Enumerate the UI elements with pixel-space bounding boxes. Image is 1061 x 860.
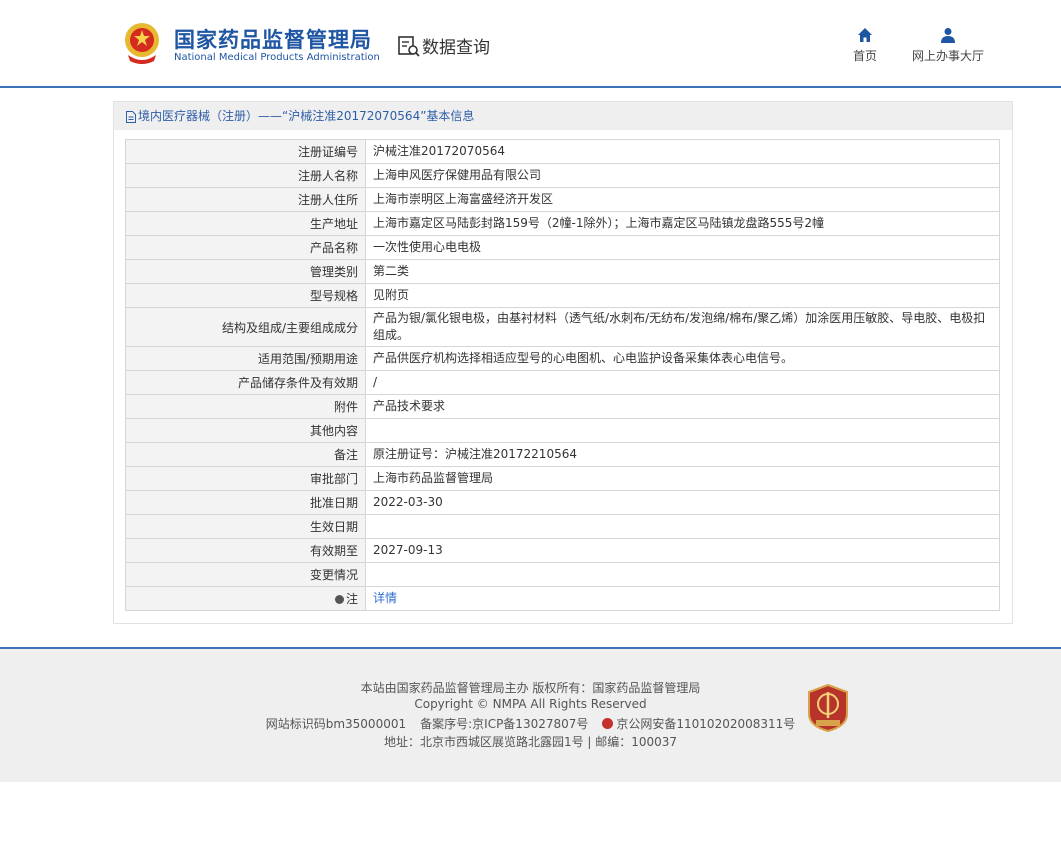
footer-sponsor: 本站由国家药品监督管理局主办 版权所有：国家药品监督管理局 — [360, 681, 701, 695]
row-label: 附件 — [125, 394, 366, 419]
row-value: 上海市崇明区上海富盛经济开发区 — [365, 187, 1000, 212]
header-divider — [0, 86, 1061, 88]
row-label: 备注 — [125, 442, 366, 467]
table-row: 注册人住所 上海市崇明区上海富盛经济开发区 — [125, 187, 1000, 212]
footer-address: 地址：北京市西城区展览路北露园1号 | 邮编：100037 — [383, 735, 678, 749]
detail-panel: 境内医疗器械（注册）——“沪械注准20172070564”基本信息 注册证编号沪… — [113, 101, 1013, 624]
table-row: 批准日期 2022-03-30 — [125, 490, 1000, 515]
row-value: 一次性使用心电电极 — [365, 235, 1000, 260]
table-row: 注册人名称 上海申风医疗保健用品有限公司 — [125, 163, 1000, 188]
table-row: 附件 产品技术要求 — [125, 394, 1000, 419]
row-label: 结构及组成/主要组成成分 — [125, 307, 366, 347]
row-value — [365, 562, 1000, 587]
table-row: 变更情况 — [125, 562, 1000, 587]
footer-registration: 网站标识码bm35000001 备案序号:京ICP备13027807号 京公网安备1… — [0, 715, 1061, 732]
table-row: 备注 原注册证号：沪械注准20172210564 — [125, 442, 1000, 467]
table-row: 型号规格 见附页 — [125, 283, 1000, 308]
row-value — [365, 514, 1000, 539]
row-label: 其他内容 — [125, 418, 366, 443]
table-row: 其他内容 — [125, 418, 1000, 443]
table-row-note: 注 详情 — [125, 586, 1000, 611]
table-row: 管理类别 第二类 — [125, 259, 1000, 284]
row-label: 适用范围/预期用途 — [125, 346, 366, 371]
footer-site-id: 网站标识码bm35000001 — [265, 717, 407, 731]
row-label: 注册人住所 — [125, 187, 366, 212]
site-header: 国家药品监督管理局 National Medical Products Admi… — [0, 0, 1061, 87]
national-emblem-icon — [125, 23, 159, 64]
home-icon — [858, 28, 872, 42]
row-label: 生效日期 — [125, 514, 366, 539]
row-label: 变更情况 — [125, 562, 366, 587]
row-label: 审批部门 — [125, 466, 366, 491]
table-row: 生产地址 上海市嘉定区马陆彭封路159号（2幢-1除外）；上海市嘉定区马陆镇龙盘路… — [125, 211, 1000, 236]
table-row: 结构及组成/主要组成成分 产品为银/氯化银电极，由基衬材料（透气纸/水刺布/无纺布… — [125, 307, 1000, 347]
note-label: 注 — [345, 592, 358, 606]
row-label: 产品储存条件及有效期 — [125, 370, 366, 395]
row-label: 批准日期 — [125, 490, 366, 515]
table-row: 注册证编号 沪械注准20172070564 — [125, 139, 1000, 164]
table-row: 产品名称 一次性使用心电电极 — [125, 235, 1000, 260]
row-value: 上海市药品监督管理局 — [365, 466, 1000, 491]
table-row: 产品储存条件及有效期 / — [125, 370, 1000, 395]
document-icon — [126, 110, 136, 123]
row-label: 注册证编号 — [125, 139, 366, 164]
row-label: 生产地址 — [125, 211, 366, 236]
row-label: 管理类别 — [125, 259, 366, 284]
note-label-cell: 注 — [125, 586, 366, 611]
nav-home-label: 首页 — [852, 49, 877, 63]
bulb-icon — [334, 595, 344, 604]
footer-police-link[interactable]: 京公网安备11010202008311号 — [616, 717, 795, 731]
row-value: 见附页 — [365, 283, 1000, 308]
row-value: 2022-03-30 — [365, 490, 1000, 515]
table-row: 生效日期 — [125, 514, 1000, 539]
note-value-cell: 详情 — [365, 586, 1000, 611]
details-link[interactable]: 详情 — [373, 591, 397, 605]
row-value — [365, 418, 1000, 443]
table-row: 适用范围/预期用途 产品供医疗机构选择相适应型号的心电图机、心电监护设备采集体表心… — [125, 346, 1000, 371]
police-badge-icon — [602, 718, 614, 729]
row-value: 产品技术要求 — [365, 394, 1000, 419]
nav-office-label: 网上办事大厅 — [911, 49, 984, 63]
row-value: 产品供医疗机构选择相适应型号的心电图机、心电监护设备采集体表心电信号。 — [365, 346, 1000, 371]
row-value: 第二类 — [365, 259, 1000, 284]
site-title-cn: 国家药品监督管理局 — [174, 28, 372, 52]
nav-home-link[interactable]: 首页 — [846, 27, 884, 64]
data-query-title: 数据查询 — [422, 38, 490, 58]
data-query-icon — [398, 36, 420, 57]
footer-icp-link[interactable]: 备案序号:京ICP备13027807号 — [420, 717, 588, 731]
row-value: / — [365, 370, 1000, 395]
site-title-en: National Medical Products Administration — [174, 52, 380, 63]
row-value: 上海市嘉定区马陆彭封路159号（2幢-1除外）；上海市嘉定区马陆镇龙盘路555号… — [365, 211, 1000, 236]
breadcrumb-text: 境内医疗器械（注册）——“沪械注准20172070564”基本信息 — [138, 109, 475, 123]
nav-online-office-link[interactable]: 网上办事大厅 — [906, 27, 990, 64]
footer-copyright: Copyright © NMPA All Rights Reserved — [414, 697, 647, 711]
table-row: 审批部门 上海市药品监督管理局 — [125, 466, 1000, 491]
breadcrumb: 境内医疗器械（注册）——“沪械注准20172070564”基本信息 — [114, 102, 1012, 130]
government-site-badge-icon[interactable] — [807, 684, 849, 732]
row-label: 注册人名称 — [125, 163, 366, 188]
row-value: 沪械注准20172070564 — [365, 139, 1000, 164]
device-info-table: 注册证编号 沪械注准20172070564 注册人名称 上海申风医疗保健用品有限公司… — [125, 139, 1000, 611]
row-label: 有效期至 — [125, 538, 366, 563]
table-row: 有效期至 2027-09-13 — [125, 538, 1000, 563]
row-value: 产品为银/氯化银电极，由基衬材料（透气纸/水刺布/无纺布/发泡绵/棉布/聚乙烯）… — [365, 307, 1000, 347]
row-label: 型号规格 — [125, 283, 366, 308]
user-icon — [941, 28, 955, 43]
row-value: 上海申风医疗保健用品有限公司 — [365, 163, 1000, 188]
row-label: 产品名称 — [125, 235, 366, 260]
row-value: 原注册证号：沪械注准20172210564 — [365, 442, 1000, 467]
row-value: 2027-09-13 — [365, 538, 1000, 563]
